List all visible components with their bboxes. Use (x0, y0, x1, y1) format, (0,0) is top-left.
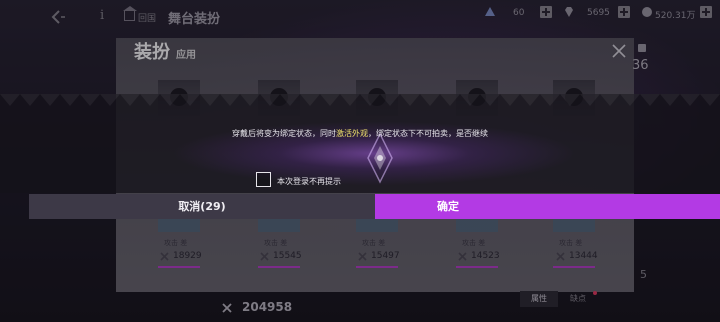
dialog-top-pattern (0, 94, 720, 108)
dialog-message: 穿戴后将变为绑定状态，同时激活外观，绑定状态下不可拍卖，是否继续 (0, 128, 720, 139)
dont-show-again-checkbox[interactable] (256, 172, 271, 187)
confirm-button[interactable]: 确定 (375, 194, 720, 219)
message-text: ，绑定状态下不可拍卖，是否继续 (368, 129, 488, 138)
checkbox-label[interactable]: 本次登录不再提示 (277, 176, 341, 187)
message-highlight: 激活外观 (336, 129, 368, 138)
message-text: 穿戴后将变为绑定状态，同时 (232, 129, 336, 138)
cancel-button[interactable]: 取消(29) (29, 194, 375, 219)
